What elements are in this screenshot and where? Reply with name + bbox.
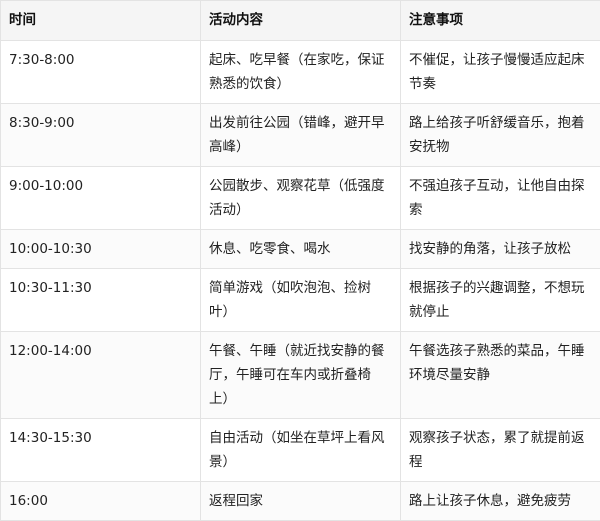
table-header-row: 时间 活动内容 注意事项: [0, 0, 600, 41]
table-row: 16:00 返程回家 路上让孩子休息，避免疲劳: [0, 481, 600, 521]
schedule-table: 时间 活动内容 注意事项 7:30-8:00 起床、吃早餐（在家吃，保证熟悉的饮…: [0, 0, 600, 521]
cell-activity: 公园散步、观察花草（低强度活动）: [200, 166, 401, 230]
cell-time: 12:00-14:00: [0, 331, 201, 419]
cell-notes: 找安静的角落，让孩子放松: [400, 229, 600, 269]
cell-time: 9:00-10:00: [0, 166, 201, 230]
cell-notes: 路上给孩子听舒缓音乐，抱着安抚物: [400, 103, 600, 167]
cell-activity: 返程回家: [200, 481, 401, 521]
cell-time: 10:00-10:30: [0, 229, 201, 269]
cell-time: 7:30-8:00: [0, 40, 201, 104]
table-row: 14:30-15:30 自由活动（如坐在草坪上看风景） 观察孩子状态，累了就提前…: [0, 418, 600, 482]
header-activity: 活动内容: [200, 0, 401, 41]
cell-time: 10:30-11:30: [0, 268, 201, 332]
cell-notes: 午餐选孩子熟悉的菜品，午睡环境尽量安静: [400, 331, 600, 419]
table-row: 8:30-9:00 出发前往公园（错峰，避开早高峰） 路上给孩子听舒缓音乐，抱着…: [0, 103, 600, 167]
header-time: 时间: [0, 0, 201, 41]
table-row: 10:00-10:30 休息、吃零食、喝水 找安静的角落，让孩子放松: [0, 229, 600, 269]
cell-activity: 起床、吃早餐（在家吃，保证熟悉的饮食）: [200, 40, 401, 104]
cell-notes: 观察孩子状态，累了就提前返程: [400, 418, 600, 482]
cell-time: 16:00: [0, 481, 201, 521]
cell-notes: 路上让孩子休息，避免疲劳: [400, 481, 600, 521]
header-notes: 注意事项: [400, 0, 600, 41]
cell-activity: 自由活动（如坐在草坪上看风景）: [200, 418, 401, 482]
cell-activity: 休息、吃零食、喝水: [200, 229, 401, 269]
cell-time: 8:30-9:00: [0, 103, 201, 167]
table-row: 10:30-11:30 简单游戏（如吹泡泡、捡树叶） 根据孩子的兴趣调整，不想玩…: [0, 268, 600, 332]
cell-activity: 简单游戏（如吹泡泡、捡树叶）: [200, 268, 401, 332]
cell-notes: 根据孩子的兴趣调整，不想玩就停止: [400, 268, 600, 332]
table-row: 12:00-14:00 午餐、午睡（就近找安静的餐厅，午睡可在车内或折叠椅上） …: [0, 331, 600, 419]
cell-notes: 不强迫孩子互动，让他自由探索: [400, 166, 600, 230]
table-row: 7:30-8:00 起床、吃早餐（在家吃，保证熟悉的饮食） 不催促，让孩子慢慢适…: [0, 40, 600, 104]
cell-notes: 不催促，让孩子慢慢适应起床节奏: [400, 40, 600, 104]
table-row: 9:00-10:00 公园散步、观察花草（低强度活动） 不强迫孩子互动，让他自由…: [0, 166, 600, 230]
cell-activity: 出发前往公园（错峰，避开早高峰）: [200, 103, 401, 167]
cell-activity: 午餐、午睡（就近找安静的餐厅，午睡可在车内或折叠椅上）: [200, 331, 401, 419]
cell-time: 14:30-15:30: [0, 418, 201, 482]
